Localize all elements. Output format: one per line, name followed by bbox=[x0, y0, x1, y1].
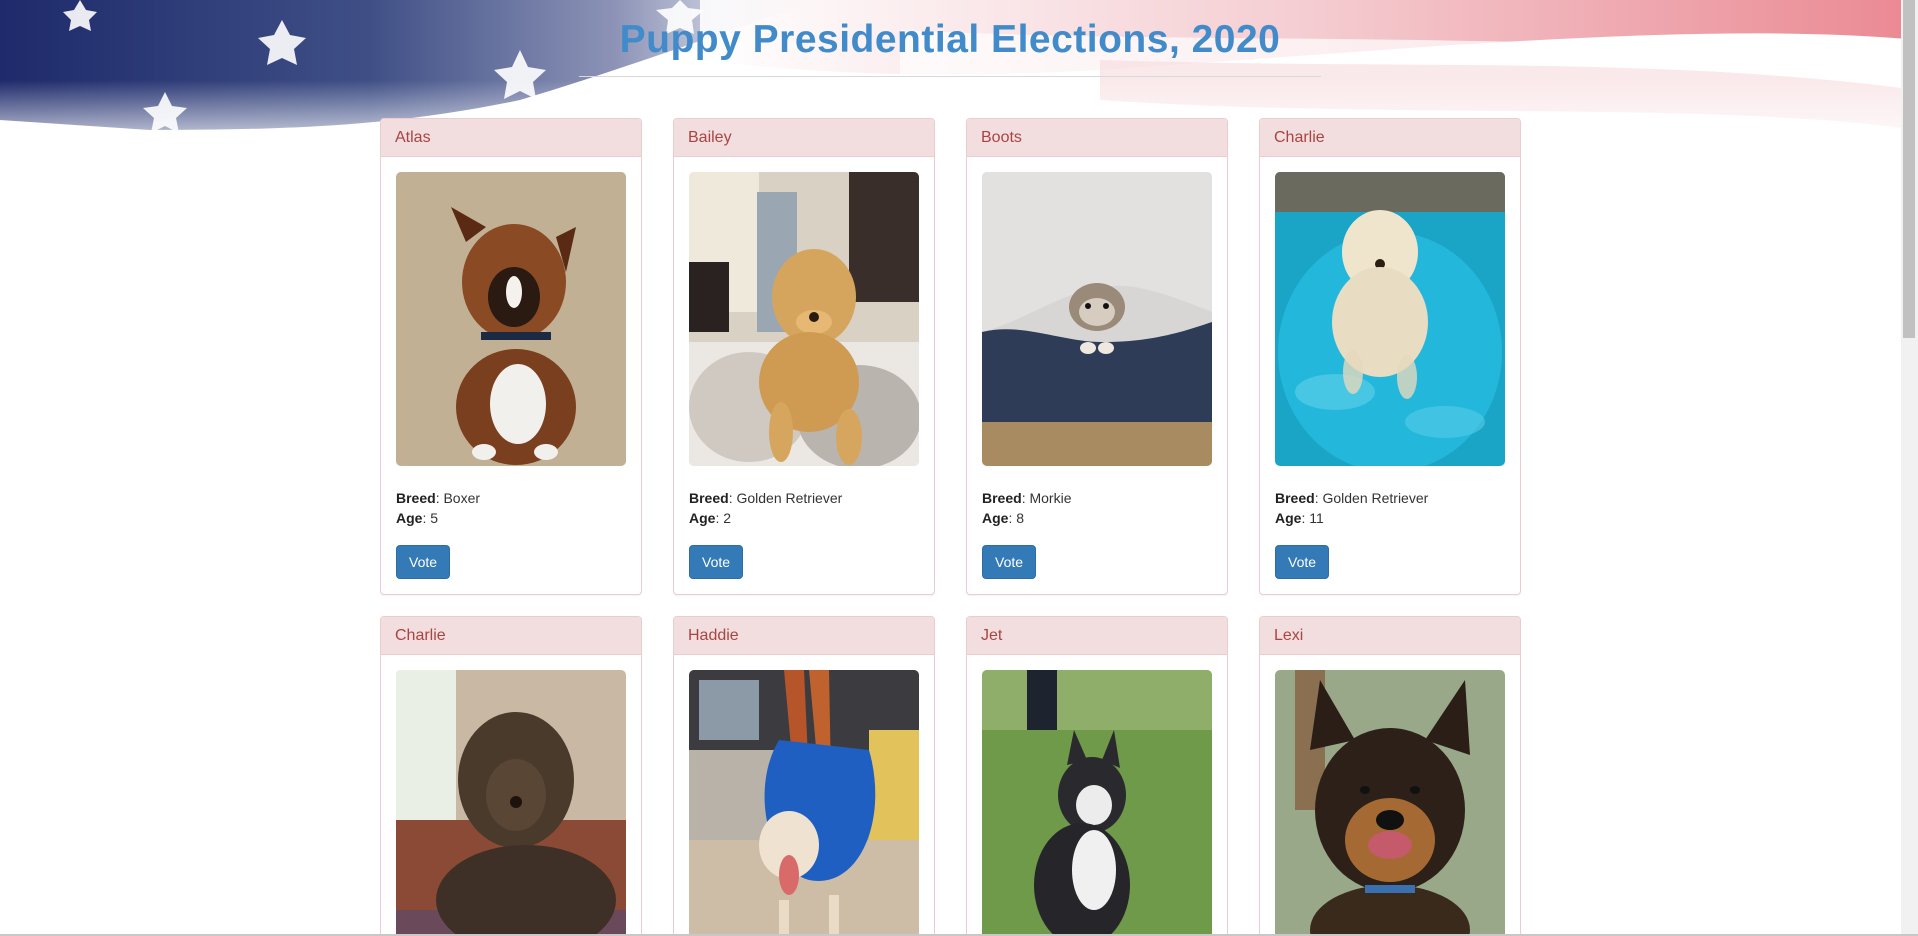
pet-info: Breed: Golden Retriever Age: 11 bbox=[1275, 488, 1505, 528]
age-row: Age: 11 bbox=[1275, 510, 1324, 526]
breed-row: Breed: Morkie bbox=[982, 490, 1072, 506]
husky-photo bbox=[982, 670, 1212, 936]
pet-card: Atlas Breed: Boxer Age: 5 Vote bbox=[380, 118, 642, 595]
pet-card: Haddie bbox=[673, 616, 935, 936]
page-title: Puppy Presidential Elections, 2020 bbox=[619, 18, 1281, 61]
scrollbar-thumb[interactable] bbox=[1903, 0, 1915, 338]
age-value: 5 bbox=[430, 510, 439, 526]
age-value: 11 bbox=[1309, 510, 1324, 526]
pet-name: Atlas bbox=[381, 119, 641, 157]
age-row: Age: 2 bbox=[689, 510, 732, 526]
pet-name: Haddie bbox=[674, 617, 934, 655]
vertical-scrollbar[interactable] bbox=[1901, 0, 1918, 936]
vote-button[interactable]: Vote bbox=[689, 545, 744, 579]
breed-label: Breed bbox=[1275, 490, 1315, 506]
age-value: 8 bbox=[1016, 510, 1025, 526]
breed-value: Boxer bbox=[443, 490, 481, 506]
title-divider bbox=[579, 76, 1321, 77]
pet-card: Boots Breed: Morkie Age: 8 Vote bbox=[966, 118, 1228, 595]
breed-row: Breed: Golden Retriever bbox=[689, 490, 843, 506]
pet-card-body: Breed: Boxer Age: 5 Vote bbox=[381, 157, 641, 594]
pet-card-body bbox=[674, 655, 934, 936]
breed-row: Breed: Boxer bbox=[396, 490, 481, 506]
pet-info: Breed: Boxer Age: 5 bbox=[396, 488, 626, 528]
pet-card-body bbox=[381, 655, 641, 936]
breed-value: Morkie bbox=[1029, 490, 1072, 506]
pet-name: Boots bbox=[967, 119, 1227, 157]
vote-button[interactable]: Vote bbox=[1275, 545, 1330, 579]
age-label: Age bbox=[396, 510, 423, 526]
page: Puppy Presidential Elections, 2020 Atlas bbox=[0, 0, 1918, 936]
breed-label: Breed bbox=[982, 490, 1022, 506]
age-label: Age bbox=[689, 510, 716, 526]
age-label: Age bbox=[1275, 510, 1302, 526]
pet-card: Charlie bbox=[380, 616, 642, 936]
pet-name: Lexi bbox=[1260, 617, 1520, 655]
age-value: 2 bbox=[723, 510, 732, 526]
pet-card-body bbox=[1260, 655, 1520, 936]
breed-row: Breed: Golden Retriever bbox=[1275, 490, 1429, 506]
pet-card-body bbox=[967, 655, 1227, 936]
pet-name: Bailey bbox=[674, 119, 934, 157]
golden-retriever-photo bbox=[689, 172, 919, 466]
vote-button[interactable]: Vote bbox=[396, 545, 451, 579]
age-row: Age: 8 bbox=[982, 510, 1025, 526]
pet-card-body: Breed: Golden Retriever Age: 2 Vote bbox=[674, 157, 934, 594]
dog-in-bag-photo bbox=[689, 670, 919, 936]
golden-retriever-pool-photo bbox=[1275, 172, 1505, 466]
pet-card: Charlie bbox=[1259, 118, 1521, 595]
german-shepherd-photo bbox=[1275, 670, 1505, 936]
pet-name: Jet bbox=[967, 617, 1227, 655]
pet-card-body: Breed: Golden Retriever Age: 11 Vote bbox=[1260, 157, 1520, 594]
age-row: Age: 5 bbox=[396, 510, 439, 526]
pet-card-body: Breed: Morkie Age: 8 Vote bbox=[967, 157, 1227, 594]
pet-name: Charlie bbox=[1260, 119, 1520, 157]
breed-value: Golden Retriever bbox=[736, 490, 843, 506]
flag-background bbox=[0, 0, 1918, 936]
pet-info: Breed: Golden Retriever Age: 2 bbox=[689, 488, 919, 528]
pet-info: Breed: Morkie Age: 8 bbox=[982, 488, 1212, 528]
breed-label: Breed bbox=[689, 490, 729, 506]
page-header: Puppy Presidential Elections, 2020 bbox=[0, 0, 1900, 77]
breed-label: Breed bbox=[396, 490, 436, 506]
vote-button[interactable]: Vote bbox=[982, 545, 1037, 579]
pet-card: Bailey Breed: Golden Retriever Age: 2 Vo… bbox=[673, 118, 935, 595]
pet-name: Charlie bbox=[381, 617, 641, 655]
morkie-photo bbox=[982, 172, 1212, 466]
doodle-dog-photo bbox=[396, 670, 626, 936]
boxer-dog-photo bbox=[396, 172, 626, 466]
age-label: Age bbox=[982, 510, 1009, 526]
breed-value: Golden Retriever bbox=[1322, 490, 1429, 506]
pet-card: Lexi bbox=[1259, 616, 1521, 936]
pet-card: Jet bbox=[966, 616, 1228, 936]
